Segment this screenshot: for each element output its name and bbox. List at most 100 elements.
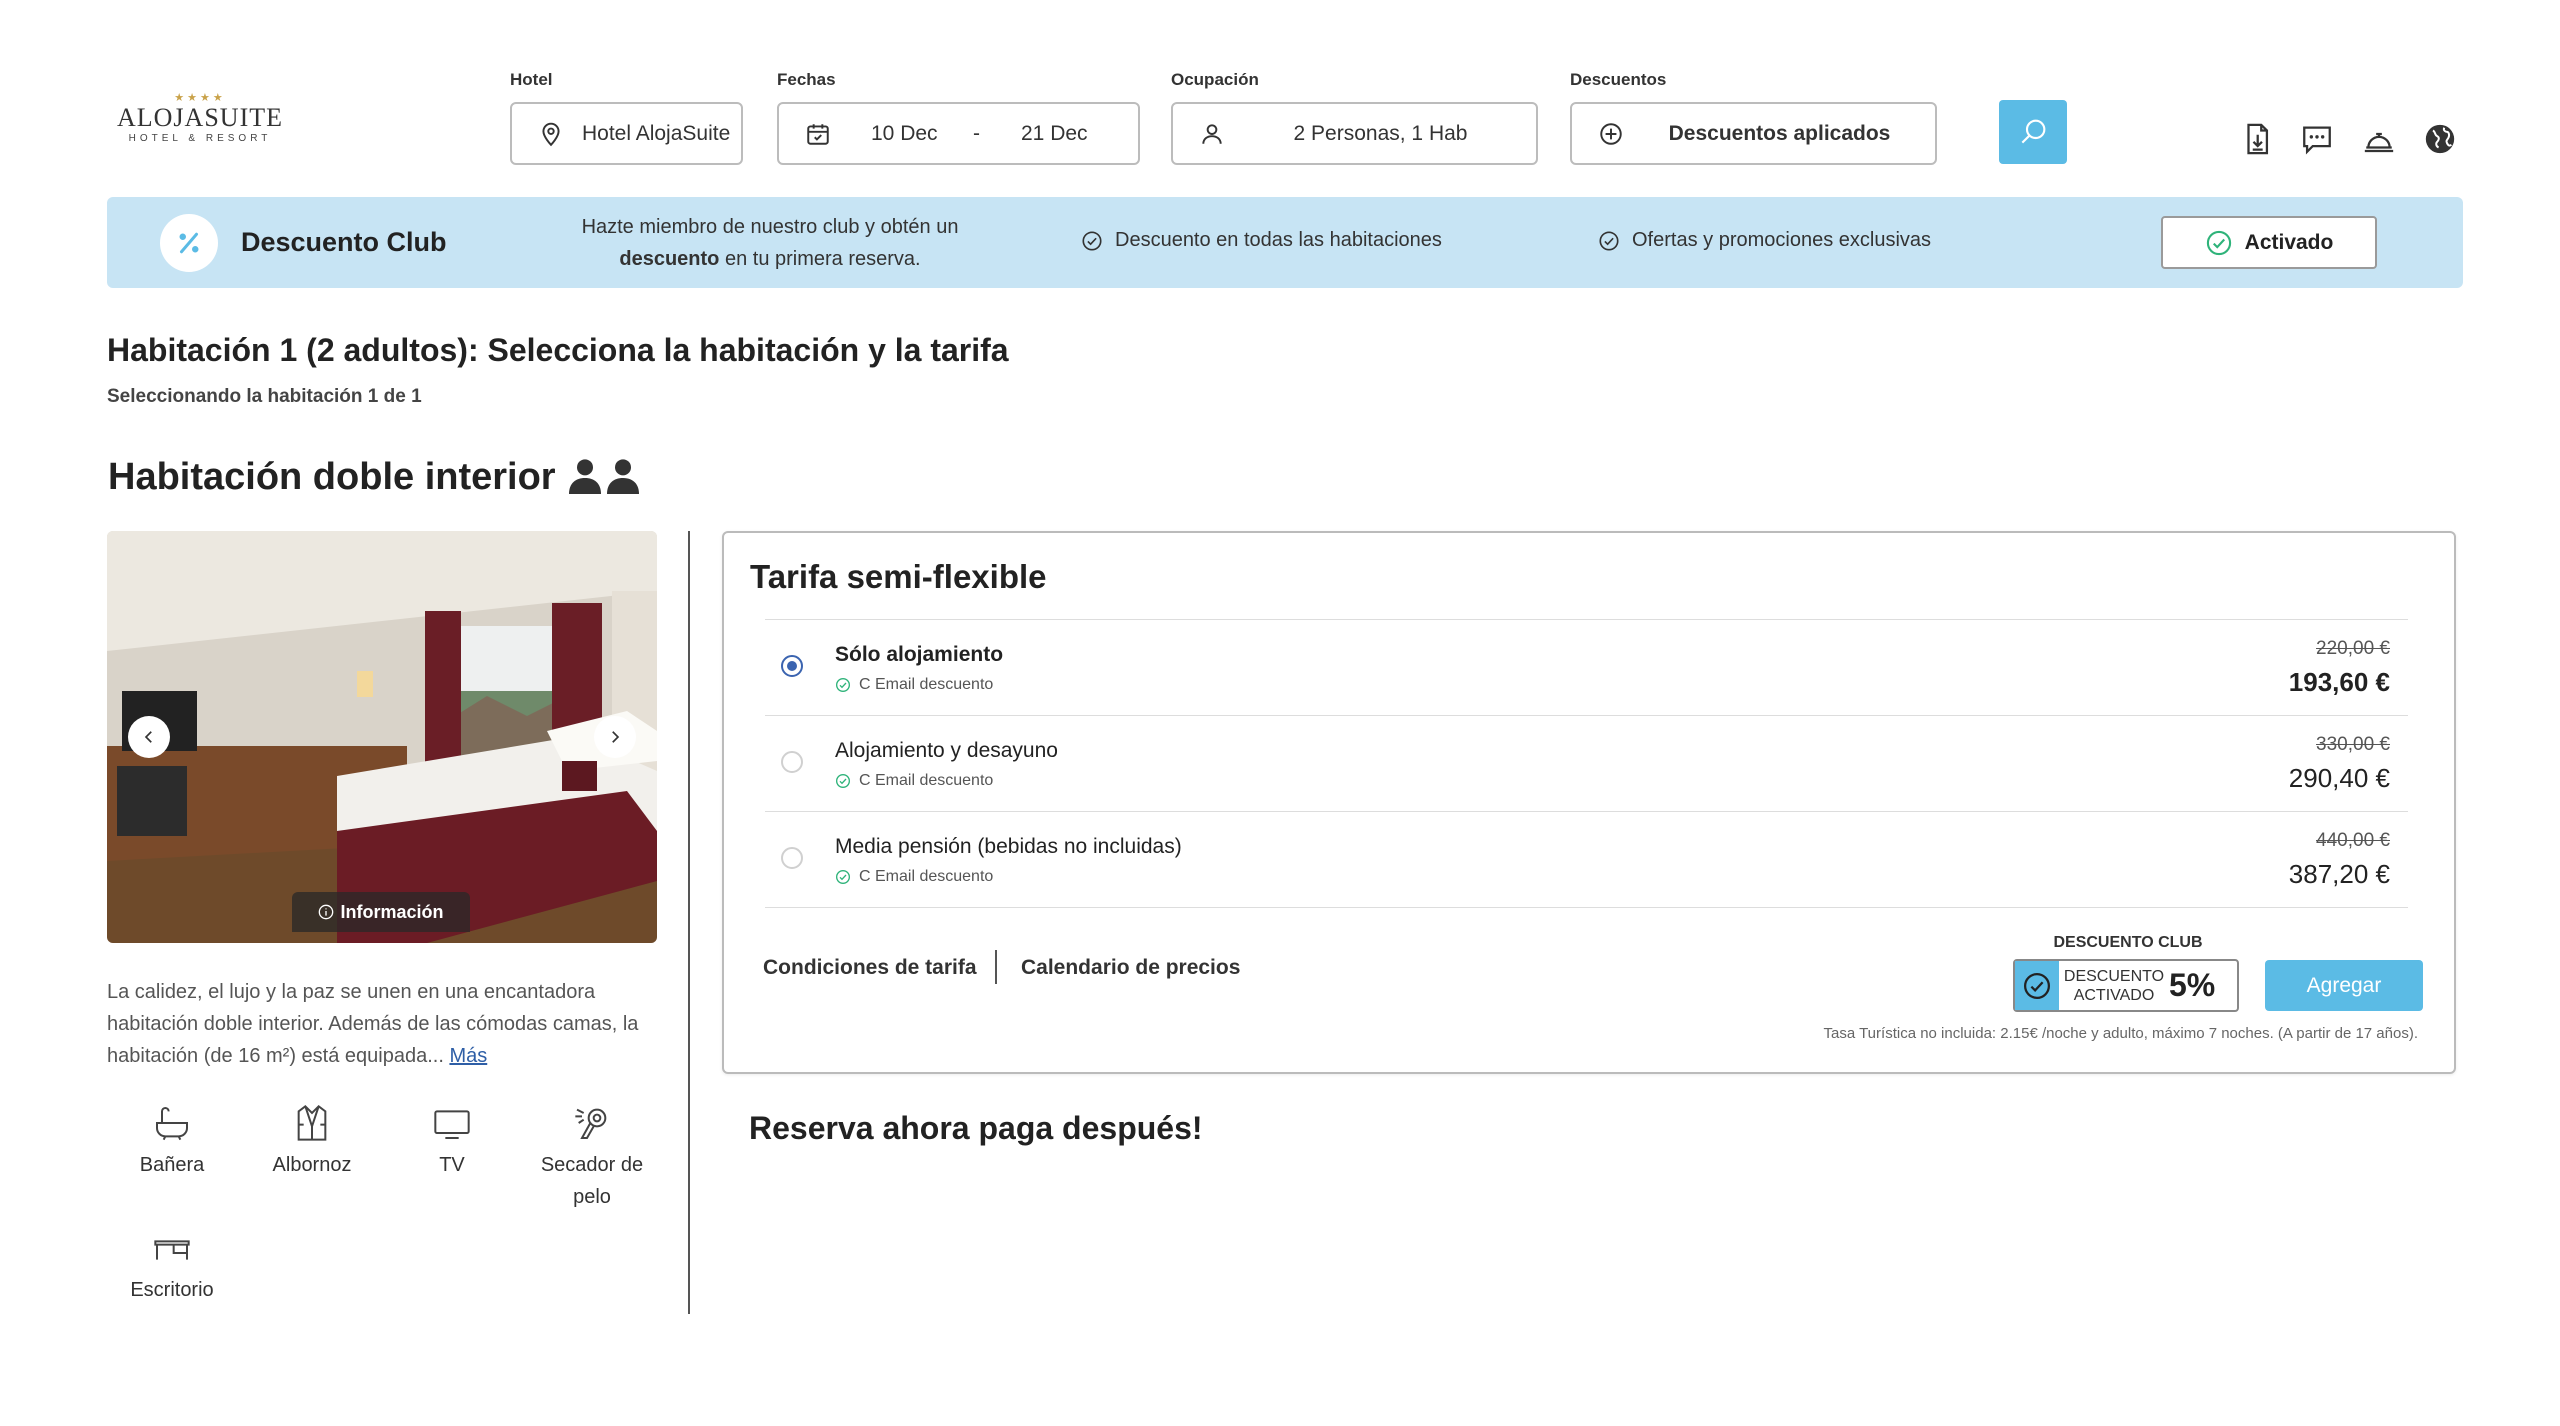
- occupancy-label: Ocupación: [1171, 70, 1259, 89]
- check-circle-icon: [836, 678, 850, 692]
- dates-label: Fechas: [777, 70, 836, 89]
- rate-option-note: C Email descuento: [835, 868, 993, 886]
- rate-divider: [765, 619, 2408, 620]
- check-circle-icon: [2206, 230, 2231, 255]
- rate-price: 193,60 €: [2288, 667, 2390, 697]
- person-icon: [569, 459, 601, 494]
- amenity-bathrobe: Albornoz: [242, 1103, 382, 1181]
- percent-icon: [179, 232, 199, 254]
- rate-option-name[interactable]: Sólo alojamiento: [835, 643, 1003, 667]
- page-subtitle: Seleccionando la habitación 1 de 1: [107, 386, 422, 407]
- discounts-selector[interactable]: Descuentos aplicados: [1570, 102, 1937, 165]
- hotel-logo[interactable]: ★★★★ ALOJASUITE HOTEL & RESORT: [115, 92, 285, 154]
- club-activated-button[interactable]: Activado: [2161, 216, 2377, 269]
- check-circle-icon: [2024, 972, 2050, 999]
- occupancy-value: 2 Personas, 1 Hab: [1293, 121, 1468, 145]
- room-info-button[interactable]: Información: [292, 892, 470, 932]
- amenity-bathtub: Bañera: [102, 1103, 242, 1181]
- hotel-value: Hotel AlojaSuite: [582, 121, 731, 145]
- check-circle-icon: [1599, 230, 1619, 251]
- club-promo-rest: en tu primera reserva.: [719, 248, 921, 270]
- hotel-label: Hotel: [510, 70, 553, 89]
- column-divider: [688, 531, 690, 1314]
- club-percent: 5%: [2169, 967, 2216, 1003]
- tourist-tax-note: Tasa Turística no incluida: 2.15€ /noche…: [1823, 1025, 2419, 1042]
- club-activated-label: Activado: [2244, 230, 2334, 254]
- chevron-right-icon: [612, 731, 620, 743]
- room-description: La calidez, el lujo y la paz se unen en …: [107, 976, 657, 1072]
- rate-price: 387,20 €: [2288, 859, 2390, 889]
- amenity-label: Escritorio: [130, 1279, 214, 1301]
- service-bell-icon[interactable]: [2362, 122, 2396, 156]
- club-promo-bold: descuento: [619, 248, 720, 270]
- discounts-label: Descuentos: [1570, 70, 1667, 89]
- rate-option-name[interactable]: Media pensión (bebidas no incluidas): [835, 835, 1182, 859]
- club-discount-badge: DESCUENTO ACTIVADO 5%: [2013, 959, 2239, 1012]
- bathrobe-icon: [297, 1105, 327, 1141]
- logo-name: ALOJASUITE: [117, 103, 283, 132]
- search-button[interactable]: [1999, 100, 2067, 164]
- rate-option-note: C Email descuento: [835, 676, 993, 694]
- chevron-left-icon: [144, 731, 152, 743]
- rate-divider: [765, 715, 2408, 716]
- check-circle-icon: [1082, 230, 1102, 251]
- chat-icon[interactable]: [2300, 122, 2334, 156]
- rate-radio-alojamiento-desayuno[interactable]: [781, 751, 803, 773]
- tv-icon: [434, 1110, 470, 1139]
- user-icon: [1202, 123, 1222, 144]
- globe-icon[interactable]: [2423, 122, 2457, 156]
- date-from: 10 Dec: [871, 121, 938, 145]
- bathtub-icon: [156, 1107, 188, 1141]
- rate-option-name[interactable]: Alojamiento y desayuno: [835, 739, 1058, 763]
- amenity-label: Albornoz: [272, 1154, 352, 1176]
- date-separator: -: [973, 121, 980, 145]
- date-to: 21 Dec: [1021, 121, 1088, 145]
- club-status-line2: ACTIVADO: [2073, 986, 2155, 1004]
- photo-next-button[interactable]: [594, 716, 636, 758]
- photo-prev-button[interactable]: [128, 716, 170, 758]
- amenity-desk: Escritorio: [102, 1228, 242, 1306]
- rate-option-note-text: C Email descuento: [859, 676, 994, 693]
- rate-divider: [765, 811, 2408, 812]
- amenity-label: TV: [439, 1154, 465, 1176]
- add-button[interactable]: Agregar: [2265, 960, 2423, 1011]
- amenity-tv: TV: [382, 1103, 522, 1181]
- club-feature-2-label: Ofertas y promociones exclusivas: [1632, 229, 1932, 251]
- club-status: DESCUENTO ACTIVADO: [2059, 967, 2169, 1005]
- room-more-link[interactable]: Más: [449, 1045, 487, 1067]
- club-title: Descuento Club: [241, 227, 447, 257]
- club-feature-1-label: Descuento en todas las habitaciones: [1115, 229, 1442, 251]
- search-icon: [2021, 119, 2046, 144]
- room-photo[interactable]: [107, 531, 657, 943]
- club-promo-line1: Hazte miembro de nuestro club y obtén un: [581, 216, 959, 238]
- occupancy-selector[interactable]: 2 Personas, 1 Hab: [1171, 102, 1538, 165]
- percent-badge: [160, 214, 218, 272]
- check-circle-icon: [836, 870, 850, 884]
- room-capacity: [569, 458, 639, 494]
- rate-radio-media-pension[interactable]: [781, 847, 803, 869]
- room-title: Habitación doble interior: [108, 456, 556, 498]
- amenity-label: Bañera: [139, 1154, 205, 1176]
- page-title: Habitación 1 (2 adultos): Selecciona la …: [107, 332, 1009, 368]
- document-download-icon[interactable]: [2240, 122, 2274, 156]
- check-circle-icon: [836, 774, 850, 788]
- rate-option-note-text: C Email descuento: [859, 772, 994, 789]
- discounts-value: Descuentos aplicados: [1668, 121, 1891, 145]
- person-icon: [607, 459, 639, 494]
- room-info-label: Información: [340, 901, 444, 922]
- hair-dryer-icon: [575, 1108, 607, 1139]
- logo-subtitle: HOTEL & RESORT: [128, 133, 272, 144]
- plus-circle-icon: [1600, 122, 1622, 145]
- club-promo: Hazte miembro de nuestro club y obtén un…: [560, 211, 980, 275]
- room-photo-image: [107, 531, 657, 943]
- rate-radio-solo-alojamiento[interactable]: [781, 655, 803, 677]
- rate-card-title: Tarifa semi-flexible: [750, 558, 1047, 595]
- dates-selector[interactable]: 10 Dec - 21 Dec: [777, 102, 1140, 165]
- club-feature-2: Ofertas y promociones exclusivas: [1598, 229, 1931, 252]
- hotel-selector[interactable]: Hotel AlojaSuite: [510, 102, 743, 165]
- rate-old-price: 440,00 €: [2316, 830, 2390, 851]
- price-calendar-link[interactable]: Calendario de precios: [1021, 956, 1240, 980]
- rate-conditions-link[interactable]: Condiciones de tarifa: [763, 956, 977, 980]
- amenity-hair-dryer: Secador de pelo: [522, 1103, 662, 1213]
- info-icon: [319, 904, 334, 920]
